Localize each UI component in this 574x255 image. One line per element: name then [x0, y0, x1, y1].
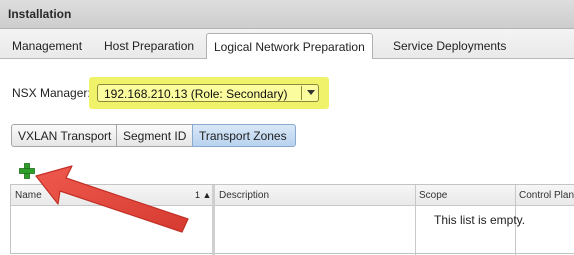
column-header-scope[interactable]: Scope	[415, 185, 515, 206]
tab-service-deployments[interactable]: Service Deployments	[393, 39, 506, 53]
column-header-name[interactable]: Name	[11, 185, 211, 206]
nsx-manager-dropdown[interactable]: 192.168.210.13 (Role: Secondary)	[97, 84, 319, 102]
sort-ascending-indicator: 1 ▲	[195, 190, 212, 200]
transport-zones-table: Name 1 ▲ Description Scope Control Plane…	[10, 184, 574, 255]
tab-host-preparation[interactable]: Host Preparation	[104, 39, 194, 53]
dropdown-divider	[301, 86, 302, 100]
window-title: Installation	[8, 7, 72, 21]
table-header: Name 1 ▲ Description Scope Control Plane	[11, 185, 574, 206]
chevron-down-icon[interactable]	[307, 90, 315, 95]
tab-logical-network-preparation[interactable]: Logical Network Preparation	[206, 33, 373, 60]
empty-list-message: This list is empty.	[434, 213, 526, 227]
tab-management[interactable]: Management	[12, 39, 82, 53]
main-tab-bar: Management Host Preparation Logical Netw…	[0, 29, 574, 60]
nsx-manager-label: NSX Manager:	[12, 86, 91, 100]
column-header-description[interactable]: Description	[215, 185, 415, 206]
column-resize-handle[interactable]	[212, 185, 215, 255]
window-titlebar: Installation	[0, 0, 574, 29]
subtab-transport-zones[interactable]: Transport Zones	[192, 124, 296, 147]
column-header-control-plane[interactable]: Control Plane	[515, 185, 574, 206]
plus-icon[interactable]	[18, 162, 36, 180]
column-divider	[415, 185, 416, 255]
subtab-segment-id[interactable]: Segment ID	[116, 124, 193, 147]
subtab-vxlan-transport[interactable]: VXLAN Transport	[11, 124, 117, 147]
nsx-manager-selected-value: 192.168.210.13 (Role: Secondary)	[104, 87, 288, 101]
nsx-manager-dropdown-highlight: 192.168.210.13 (Role: Secondary)	[89, 77, 329, 109]
